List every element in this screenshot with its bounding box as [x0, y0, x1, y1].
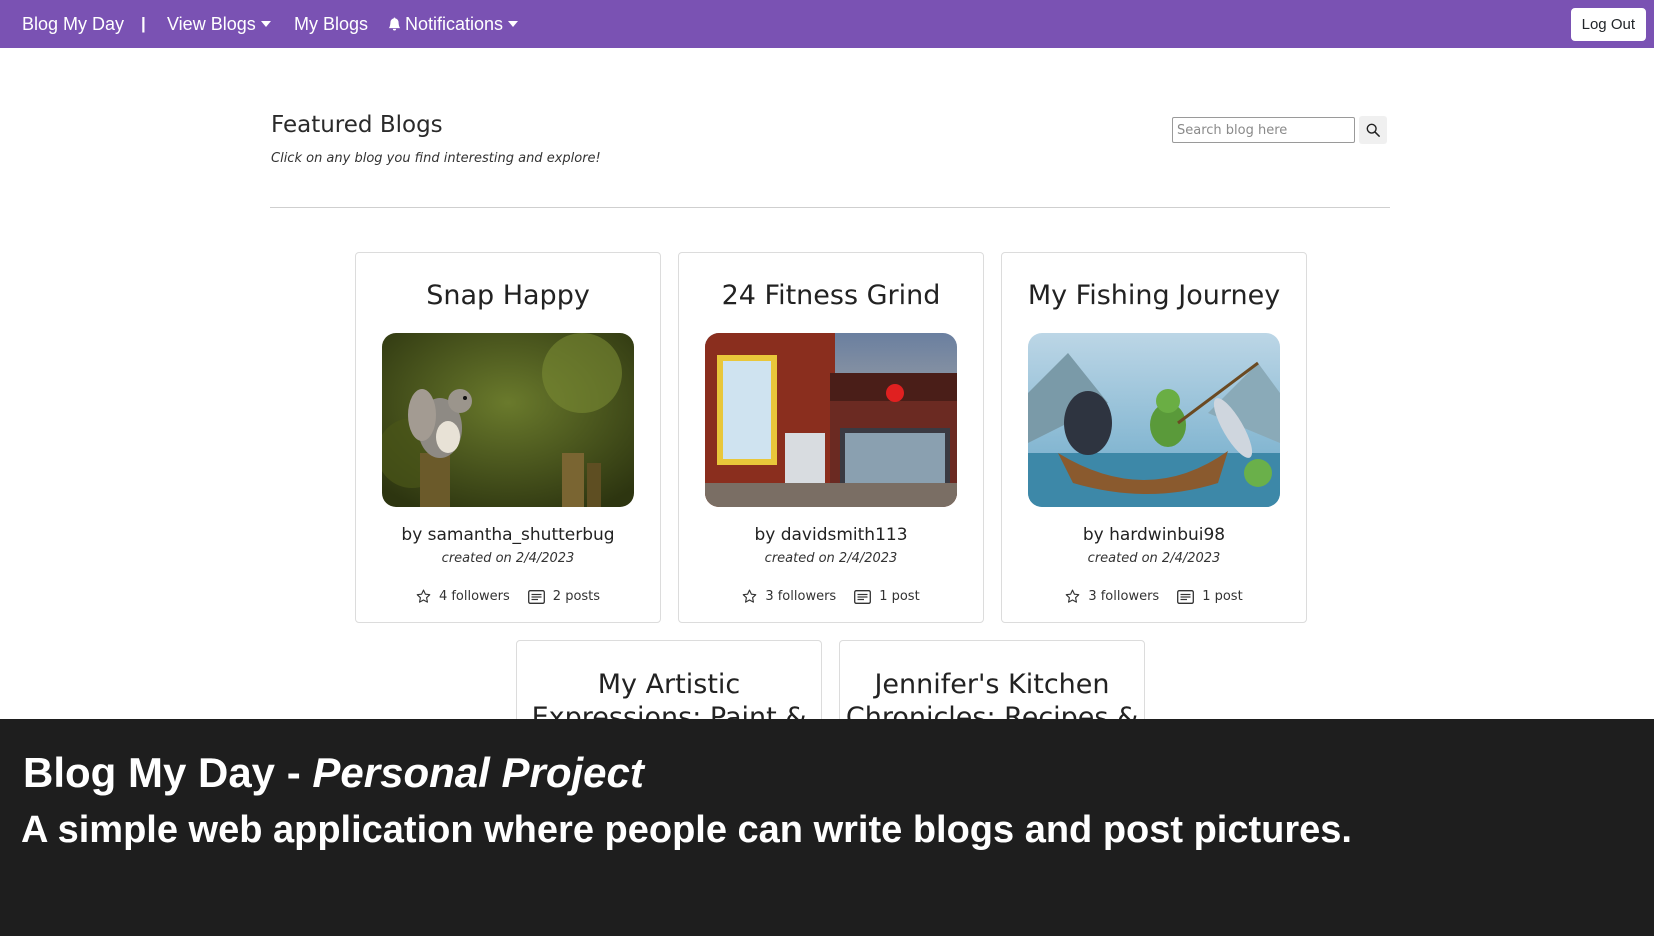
search-input[interactable] [1172, 117, 1355, 143]
chevron-down-icon [508, 20, 519, 27]
blog-author: by hardwinbui98 [1082, 525, 1226, 545]
top-navbar: Blog My Day | View Blogs My Blogs Notifi… [0, 0, 1654, 48]
blog-created-date: created on 2/4/2023 [764, 551, 898, 566]
posts-count: 2 posts [552, 589, 601, 604]
my-blogs-link[interactable]: My Blogs [294, 0, 368, 48]
posts-icon [854, 589, 872, 604]
gym-building-photo [705, 333, 957, 507]
blog-author: by samantha_shutterbug [401, 525, 615, 545]
posts-count: 1 post [879, 589, 920, 604]
followers-count: 4 followers [438, 589, 510, 604]
page-subtitle: Click on any blog you find interesting a… [271, 151, 601, 166]
star-icon [416, 589, 431, 603]
page-title: Featured Blogs [271, 112, 443, 138]
brand-link[interactable]: Blog My Day [22, 0, 124, 48]
fishing-illustration [1028, 333, 1280, 507]
followers-count: 3 followers [1088, 589, 1160, 604]
blog-card-24-fitness-grind[interactable]: 24 Fitness Grind by davidsmith113 create… [678, 252, 984, 623]
star-icon [742, 589, 757, 603]
blog-stats: 4 followers 2 posts [356, 589, 660, 604]
caption-banner: Blog My Day - Personal Project A simple … [0, 719, 1654, 936]
blog-created-date: created on 2/4/2023 [441, 551, 575, 566]
search-button[interactable] [1359, 116, 1387, 144]
followers-count: 3 followers [765, 589, 837, 604]
notifications-label: Notifications [405, 14, 504, 34]
blog-created-date: created on 2/4/2023 [1087, 551, 1221, 566]
posts-icon [1177, 589, 1195, 604]
caption-title-main: Blog My Day - [23, 749, 313, 796]
search-icon [1366, 123, 1380, 137]
notifications-dropdown[interactable]: Notifications [388, 0, 519, 48]
posts-icon [527, 589, 545, 604]
logout-button[interactable]: Log Out [1570, 8, 1646, 41]
view-blogs-label: View Blogs [167, 14, 256, 34]
caption-title-emphasis: Personal Project [312, 749, 644, 796]
star-icon [1065, 589, 1080, 603]
blog-stats: 3 followers 1 post [1002, 589, 1306, 604]
blog-card-snap-happy[interactable]: Snap Happy by samantha_shutterbug create… [355, 252, 661, 623]
blog-title: 24 Fitness Grind [721, 280, 941, 311]
chevron-down-icon [260, 20, 271, 27]
squirrel-photo [382, 333, 634, 507]
blog-card-my-fishing-journey[interactable]: My Fishing Journey by hardwinbui98 creat… [1001, 252, 1307, 623]
posts-count: 1 post [1202, 589, 1243, 604]
blog-title: My Fishing Journey [1027, 280, 1281, 311]
caption-description: A simple web application where people ca… [21, 809, 1352, 851]
nav-separator: | [141, 14, 146, 33]
view-blogs-dropdown[interactable]: View Blogs [167, 0, 271, 48]
caption-title: Blog My Day - Personal Project [23, 749, 644, 797]
bell-icon [388, 17, 401, 31]
blog-author: by davidsmith113 [754, 525, 908, 545]
header-divider [270, 207, 1390, 208]
blog-stats: 3 followers 1 post [679, 589, 983, 604]
blog-title: Snap Happy [426, 280, 590, 311]
